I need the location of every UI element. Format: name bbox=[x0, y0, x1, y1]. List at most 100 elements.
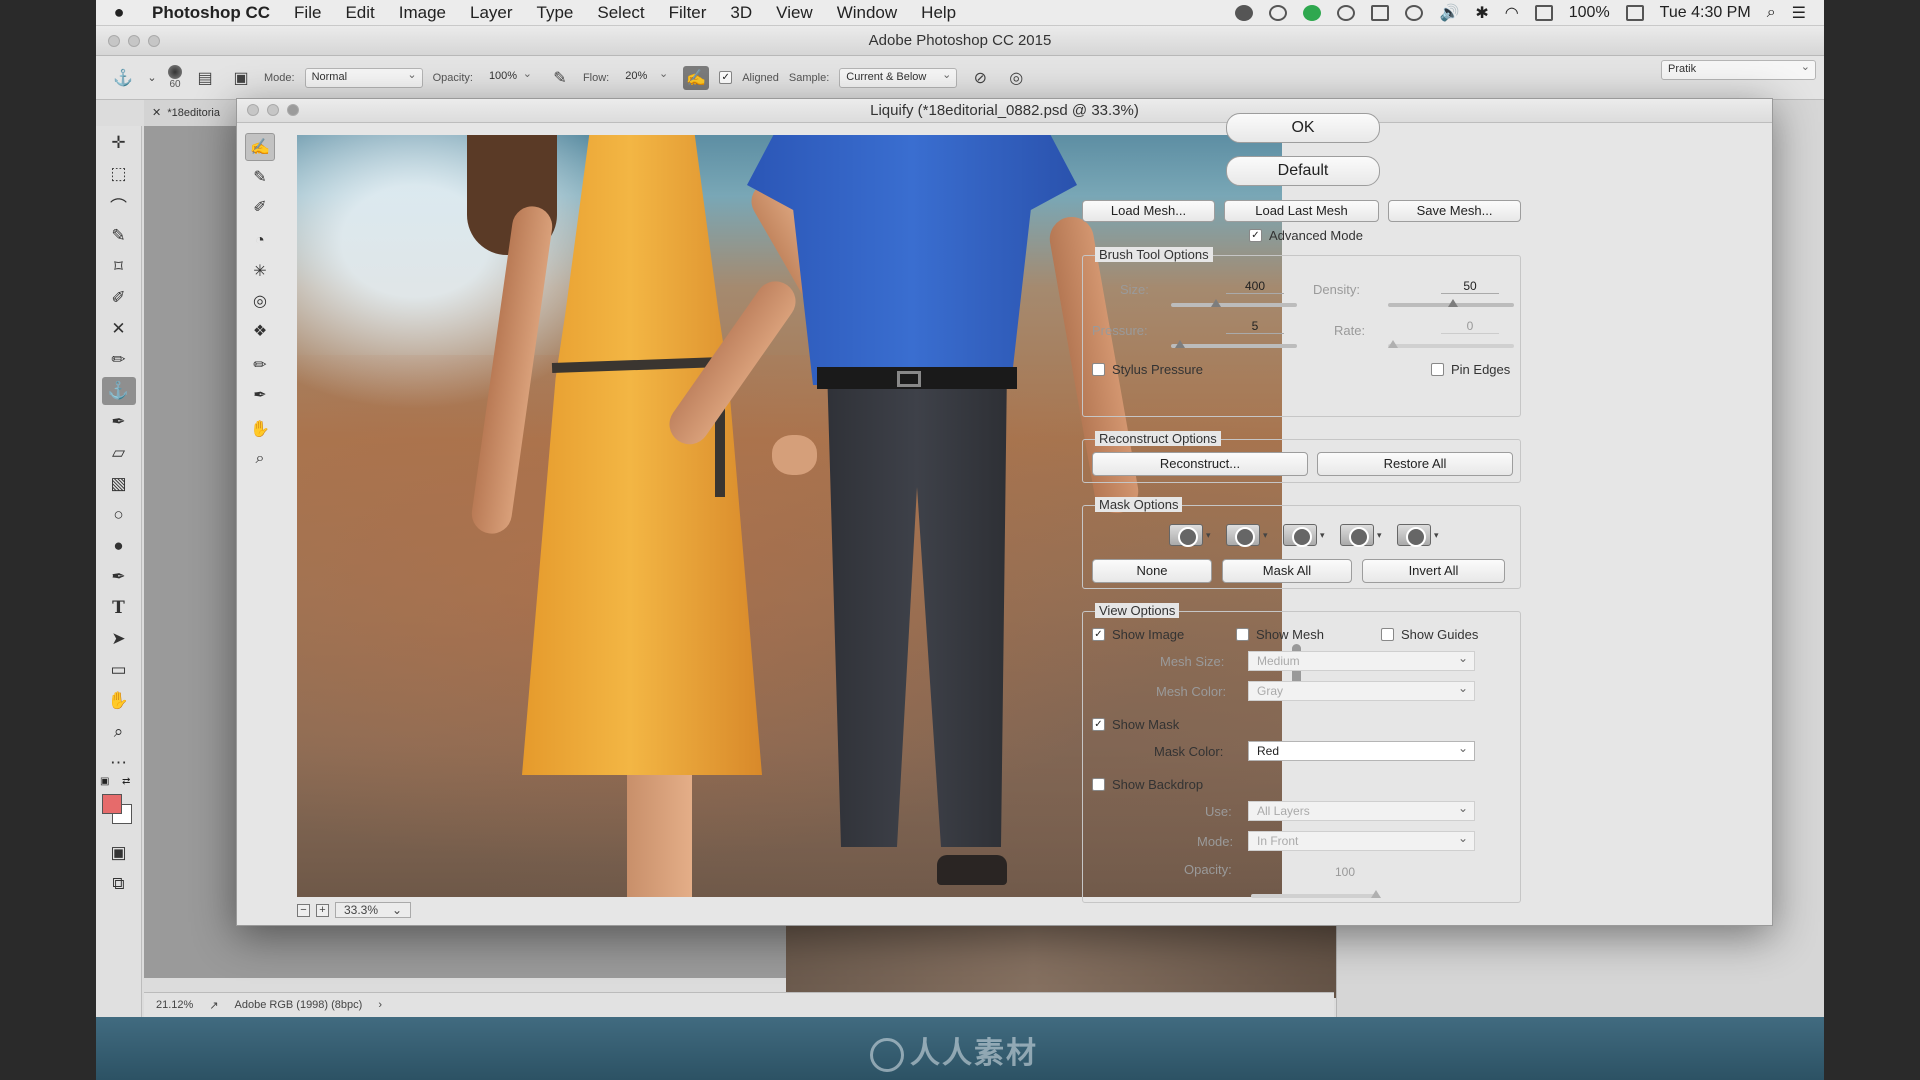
menu-filter[interactable]: Filter bbox=[657, 3, 719, 23]
pin-edges-checkbox[interactable] bbox=[1431, 363, 1444, 376]
push-left-tool-icon[interactable]: ❖ bbox=[245, 317, 275, 345]
quick-selection-tool-icon[interactable]: ✎ bbox=[102, 222, 136, 250]
density-slider-thumb[interactable] bbox=[1448, 299, 1458, 307]
zoom-in-button[interactable]: + bbox=[316, 903, 329, 917]
foreground-color-swatch[interactable] bbox=[102, 794, 122, 814]
backdrop-opacity-field[interactable]: 100 bbox=[1316, 865, 1374, 879]
pressure-size-icon[interactable]: ◎ bbox=[1003, 66, 1029, 90]
crop-tool-icon[interactable]: ⌑ bbox=[102, 253, 136, 281]
menu-select[interactable]: Select bbox=[585, 3, 656, 23]
flow-field[interactable]: 20% bbox=[619, 67, 673, 88]
pucker-tool-icon[interactable]: ✳ bbox=[245, 257, 275, 285]
invert-all-button[interactable]: Invert All bbox=[1362, 559, 1505, 583]
dialog-zoom-button[interactable] bbox=[287, 104, 299, 116]
lasso-tool-icon[interactable]: ⌒ bbox=[102, 191, 136, 219]
mesh-size-select[interactable]: Medium bbox=[1248, 651, 1475, 671]
gradient-tool-icon[interactable]: ▧ bbox=[102, 470, 136, 498]
show-backdrop-row[interactable]: Show Backdrop bbox=[1092, 777, 1203, 792]
record-icon[interactable] bbox=[1235, 4, 1254, 21]
reconstruct-button[interactable]: Reconstruct... bbox=[1092, 452, 1308, 476]
menu-type[interactable]: Type bbox=[525, 3, 586, 23]
show-mesh-row[interactable]: Show Mesh bbox=[1236, 627, 1324, 642]
bloat-tool-icon[interactable]: ◎ bbox=[245, 287, 275, 315]
time-machine-icon[interactable] bbox=[1405, 4, 1424, 21]
size-slider[interactable] bbox=[1171, 299, 1297, 307]
menu-image[interactable]: Image bbox=[387, 3, 458, 23]
hand-tool-icon[interactable]: ✋ bbox=[102, 687, 136, 715]
eyedropper-tool-icon[interactable]: ✐ bbox=[102, 284, 136, 312]
zoom-window-button[interactable] bbox=[148, 35, 160, 47]
quick-mask-icon[interactable]: ▣ bbox=[102, 839, 136, 867]
mask-none-button[interactable]: None bbox=[1092, 559, 1212, 583]
forward-warp-tool-icon[interactable]: ✍ bbox=[245, 133, 275, 161]
subtract-from-selection-mask-icon[interactable] bbox=[1283, 524, 1317, 547]
menu-layer[interactable]: Layer bbox=[458, 3, 525, 23]
caret-icon[interactable]: ▾ bbox=[1263, 530, 1268, 541]
mask-all-button[interactable]: Mask All bbox=[1222, 559, 1352, 583]
zoom-tool-icon[interactable]: ⌕ bbox=[102, 718, 136, 746]
save-mesh-button[interactable]: Save Mesh... bbox=[1388, 200, 1521, 222]
marquee-tool-icon[interactable]: ⬚ bbox=[102, 160, 136, 188]
show-mask-row[interactable]: ✓ Show Mask bbox=[1092, 717, 1179, 732]
workspace-select[interactable]: Pratik bbox=[1661, 60, 1816, 80]
healing-brush-tool-icon[interactable]: ✕ bbox=[102, 315, 136, 343]
hand-tool-icon[interactable]: ✋ bbox=[245, 415, 275, 443]
advanced-mode-checkbox[interactable]: ✓ bbox=[1249, 229, 1262, 242]
twirl-clockwise-tool-icon[interactable]: ◔ bbox=[245, 227, 275, 255]
aligned-checkbox[interactable]: ✓ bbox=[719, 71, 733, 84]
zoom-tool-icon[interactable]: ⌕ bbox=[245, 445, 275, 473]
eraser-tool-icon[interactable]: ▱ bbox=[102, 439, 136, 467]
mask-color-select[interactable]: Red bbox=[1248, 741, 1475, 761]
stylus-pressure-checkbox[interactable] bbox=[1092, 363, 1105, 376]
invert-selection-mask-icon[interactable] bbox=[1397, 524, 1431, 547]
menu-3d[interactable]: 3D bbox=[718, 3, 764, 23]
freeze-mask-tool-icon[interactable]: ✏ bbox=[245, 351, 275, 379]
show-guides-checkbox[interactable] bbox=[1381, 628, 1394, 641]
mode-select[interactable]: Normal bbox=[304, 67, 423, 88]
show-mesh-checkbox[interactable] bbox=[1236, 628, 1249, 641]
pressure-slider-thumb[interactable] bbox=[1175, 340, 1185, 348]
tool-preset-caret-icon[interactable]: ⌄ bbox=[146, 66, 158, 90]
caret-icon[interactable]: ▾ bbox=[1434, 530, 1439, 541]
menu-file[interactable]: File bbox=[282, 3, 333, 23]
add-to-selection-mask-icon[interactable] bbox=[1226, 524, 1260, 547]
show-backdrop-checkbox[interactable] bbox=[1092, 778, 1105, 791]
menu-window[interactable]: Window bbox=[825, 3, 909, 23]
calendar-icon[interactable] bbox=[1534, 4, 1553, 21]
headphones-icon[interactable] bbox=[1337, 4, 1356, 21]
type-tool-icon[interactable]: T bbox=[102, 594, 136, 622]
history-brush-tool-icon[interactable]: ✒ bbox=[102, 408, 136, 436]
caret-icon[interactable]: ▾ bbox=[1320, 530, 1325, 541]
caret-icon[interactable]: ▾ bbox=[1377, 530, 1382, 541]
dialog-minimize-button[interactable] bbox=[267, 104, 279, 116]
move-tool-icon[interactable]: ✛ bbox=[102, 129, 136, 157]
advanced-mode-row[interactable]: ✓ Advanced Mode bbox=[1249, 228, 1363, 243]
swap-colors-icon[interactable]: ⇄ bbox=[122, 776, 130, 787]
ok-button[interactable]: OK bbox=[1226, 113, 1380, 143]
mesh-color-select[interactable]: Gray bbox=[1248, 681, 1475, 701]
show-image-checkbox[interactable]: ✓ bbox=[1092, 628, 1105, 641]
show-mask-checkbox[interactable]: ✓ bbox=[1092, 718, 1105, 731]
blur-tool-icon[interactable]: ○ bbox=[102, 501, 136, 529]
brush-tool-icon[interactable]: ✏ bbox=[102, 346, 136, 374]
creative-cloud-icon[interactable] bbox=[1269, 4, 1288, 21]
apple-icon[interactable]: ● bbox=[96, 2, 142, 23]
rate-slider-thumb[interactable] bbox=[1388, 340, 1398, 348]
density-slider[interactable] bbox=[1388, 299, 1514, 307]
clone-stamp-preset-icon[interactable]: ⚓ bbox=[110, 66, 136, 90]
rate-slider[interactable] bbox=[1388, 340, 1514, 348]
spotlight-search-icon[interactable]: ⌕ bbox=[1767, 4, 1776, 22]
show-guides-row[interactable]: Show Guides bbox=[1381, 627, 1478, 642]
show-image-row[interactable]: ✓ Show Image bbox=[1092, 627, 1184, 642]
menu-view[interactable]: View bbox=[764, 3, 825, 23]
zoom-out-button[interactable]: − bbox=[297, 903, 310, 917]
pressure-field[interactable]: 5 bbox=[1226, 319, 1284, 334]
close-tab-icon[interactable]: ✕ bbox=[152, 107, 161, 119]
volume-icon[interactable]: 🔊 bbox=[1439, 3, 1459, 23]
replace-selection-mask-icon[interactable] bbox=[1169, 524, 1203, 547]
share-icon[interactable]: ↗ bbox=[209, 999, 218, 1012]
load-last-mesh-button[interactable]: Load Last Mesh bbox=[1224, 200, 1379, 222]
backdrop-use-select[interactable]: All Layers bbox=[1248, 801, 1475, 821]
ignore-adjustment-layers-icon[interactable]: ⊘ bbox=[967, 66, 993, 90]
rectangle-tool-icon[interactable]: ▭ bbox=[102, 656, 136, 684]
